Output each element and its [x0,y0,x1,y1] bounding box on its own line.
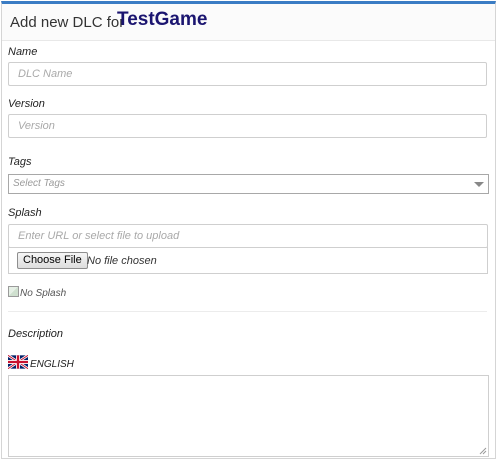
uk-flag-icon [8,355,28,369]
broken-image-icon [8,286,19,297]
version-label: Version [8,98,45,110]
game-name: TestGame [117,9,208,30]
dlc-name-input[interactable] [8,62,487,86]
caret-down-icon [474,182,484,187]
splash-url-input[interactable] [8,224,488,248]
splash-file-upload: Choose File No file chosen [8,247,488,274]
tags-label: Tags [8,156,32,168]
description-label: Description [8,328,64,340]
tags-placeholder: Select Tags [13,178,65,189]
tags-select[interactable]: Select Tags [8,174,489,194]
description-textarea[interactable] [8,375,489,457]
splash-preview-alt: No Splash [20,288,67,299]
choose-file-button[interactable]: Choose File [17,252,88,269]
language-name: ENGLISH [30,359,74,370]
name-label: Name [8,46,38,58]
section-divider [8,311,487,312]
splash-label: Splash [8,207,42,219]
header-prefix: Add new DLC for [10,14,125,31]
version-input[interactable] [8,114,487,138]
panel-header: Add new DLC for TestGame [2,4,495,41]
file-status: No file chosen [87,255,157,267]
resize-grip-icon[interactable] [479,447,487,455]
splash-preview: No Splash [8,286,66,299]
